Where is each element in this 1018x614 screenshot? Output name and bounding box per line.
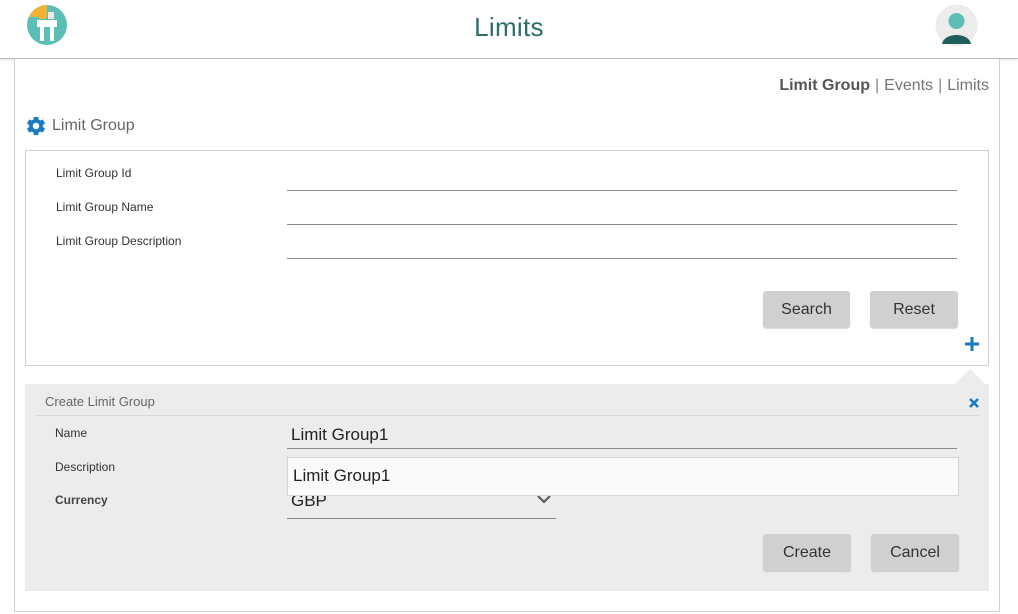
limit-group-name-label: Limit Group Name [56,200,154,214]
page-content: Limit Group | Events | Limits Limit Group Li… [14,59,1000,612]
section-heading: Limit Group [25,115,135,137]
panel-pointer [955,369,985,384]
nav-link-limits[interactable]: Limits [947,77,989,94]
search-button[interactable]: Search [763,291,850,328]
limit-group-id-label: Limit Group Id [56,166,132,180]
create-panel-header: Create Limit Group [35,393,979,416]
breadcrumb-nav: Limit Group | Events | Limits [779,77,989,95]
reset-button[interactable]: Reset [870,291,958,328]
nav-separator: | [874,77,880,94]
limit-group-id-input[interactable] [287,166,957,191]
create-panel-title: Create Limit Group [45,394,155,409]
gear-icon [27,116,45,136]
app-header: Limits [0,0,1018,59]
nav-link-limit-group[interactable]: Limit Group [779,77,870,94]
nav-link-events[interactable]: Events [884,77,933,94]
nav-separator: | [938,77,943,94]
name-label: Name [55,426,88,440]
section-title: Limit Group [52,117,135,134]
user-avatar-icon[interactable] [935,4,978,47]
search-form: Limit Group Id Limit Group Name Limit Gr… [25,150,989,366]
create-limit-group-panel: Create Limit Group Name Limit Group1 Des… [25,384,989,591]
limit-group-name-input[interactable] [287,200,957,225]
plus-icon[interactable] [965,337,979,351]
description-label: Description [55,460,116,474]
limit-group-description-label: Limit Group Description [56,234,182,248]
create-button[interactable]: Create [763,534,851,571]
description-input[interactable]: Limit Group1 [287,457,959,496]
cancel-button[interactable]: Cancel [871,534,959,571]
name-input[interactable]: Limit Group1 [287,421,957,449]
close-icon[interactable] [968,397,980,409]
limit-group-description-input[interactable] [287,234,957,259]
currency-label: Currency [55,493,108,507]
page-title: Limits [474,12,544,42]
